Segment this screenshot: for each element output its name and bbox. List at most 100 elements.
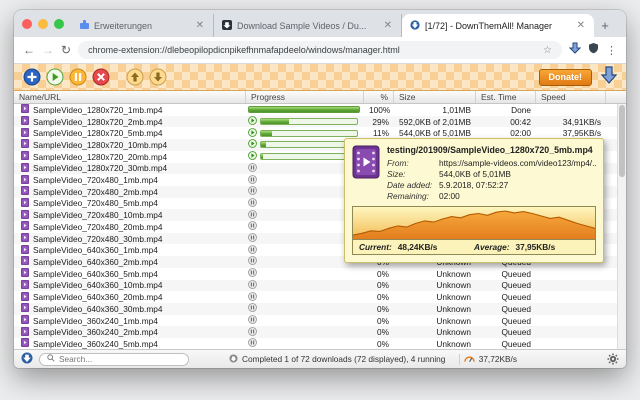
search-box[interactable] bbox=[39, 353, 189, 366]
close-window-button[interactable] bbox=[22, 19, 32, 29]
row-name-cell: SampleVideo_720x480_10mb.mp4 bbox=[14, 210, 246, 221]
cancel-button[interactable] bbox=[92, 68, 110, 86]
file-name: SampleVideo_640x360_5mb.mp4 bbox=[33, 269, 158, 279]
column-header-size[interactable]: Size bbox=[394, 91, 476, 103]
row-est-time: 00:42 bbox=[476, 117, 536, 127]
column-header-speed[interactable]: Speed bbox=[536, 91, 606, 103]
file-name: SampleVideo_360x240_5mb.mp4 bbox=[33, 339, 158, 349]
row-percent: 0% bbox=[364, 304, 394, 314]
tooltip-title: testing/201909/SampleVideo_1280x720_5mb.… bbox=[387, 145, 596, 155]
table-row[interactable]: SampleVideo_640x360_20mb.mp40%UnknownQue… bbox=[14, 291, 626, 303]
add-downloads-button[interactable] bbox=[23, 68, 41, 86]
column-header-esttime[interactable]: Est. Time bbox=[476, 91, 536, 103]
close-tab-icon[interactable]: ✕ bbox=[383, 21, 393, 31]
dta-extension-icon[interactable] bbox=[569, 41, 581, 59]
row-progress-cell bbox=[246, 280, 364, 291]
search-input[interactable] bbox=[59, 354, 181, 364]
pause-button[interactable] bbox=[69, 68, 87, 86]
reload-icon[interactable]: ↻ bbox=[61, 44, 71, 56]
zoom-window-button[interactable] bbox=[54, 19, 64, 29]
average-speed-value: 37,95KB/s bbox=[516, 242, 556, 252]
vertical-scrollbar[interactable] bbox=[617, 104, 626, 350]
close-tab-icon[interactable]: ✕ bbox=[195, 21, 205, 31]
video-file-icon bbox=[21, 315, 29, 326]
tab-sample-videos[interactable]: Download Sample Videos / Du... ✕ bbox=[214, 14, 402, 37]
tooltip-field-label: From: bbox=[387, 158, 439, 168]
column-header-percent[interactable]: % bbox=[364, 91, 394, 103]
scrollbar-thumb[interactable] bbox=[619, 105, 625, 177]
settings-gear-icon[interactable] bbox=[607, 353, 619, 367]
running-state-icon bbox=[248, 139, 257, 150]
file-name: SampleVideo_640x360_10mb.mp4 bbox=[33, 280, 162, 290]
row-name-cell: SampleVideo_640x360_5mb.mp4 bbox=[14, 268, 246, 279]
move-bottom-button[interactable] bbox=[149, 68, 167, 86]
file-name: SampleVideo_640x360_1mb.mp4 bbox=[33, 245, 158, 255]
speed-graph bbox=[353, 207, 595, 239]
video-file-icon bbox=[21, 175, 29, 186]
row-est-time: Queued bbox=[476, 327, 536, 337]
video-file-icon bbox=[21, 303, 29, 314]
progress-bar bbox=[260, 130, 358, 137]
table-row[interactable]: SampleVideo_360x240_1mb.mp40%UnknownQueu… bbox=[14, 315, 626, 327]
file-name: SampleVideo_720x480_1mb.mp4 bbox=[33, 175, 158, 185]
file-name: SampleVideo_720x480_2mb.mp4 bbox=[33, 187, 158, 197]
forward-icon: → bbox=[42, 44, 54, 56]
omnibox[interactable]: chrome-extension://dlebeopilopdicnpikefh… bbox=[78, 41, 562, 59]
table-row[interactable]: SampleVideo_1280x720_1mb.mp4100%1,01MBDo… bbox=[14, 104, 626, 116]
chrome-menu-icon[interactable]: ⋮ bbox=[606, 44, 617, 57]
row-name-cell: SampleVideo_640x360_2mb.mp4 bbox=[14, 256, 246, 267]
new-tab-button[interactable]: + bbox=[594, 14, 616, 37]
file-name: SampleVideo_1280x720_5mb.mp4 bbox=[33, 128, 162, 138]
row-percent: 0% bbox=[364, 339, 394, 349]
row-percent: 0% bbox=[364, 280, 394, 290]
column-header-progress[interactable]: Progress bbox=[246, 91, 364, 103]
row-name-cell: SampleVideo_1280x720_2mb.mp4 bbox=[14, 116, 246, 127]
row-percent: 0% bbox=[364, 269, 394, 279]
row-percent: 0% bbox=[364, 316, 394, 326]
row-size: Unknown bbox=[394, 304, 476, 314]
paused-state-icon bbox=[248, 315, 257, 326]
video-file-icon bbox=[21, 128, 29, 139]
tooltip-field-label: Size: bbox=[387, 169, 439, 179]
video-file-icon bbox=[21, 221, 29, 232]
minimize-window-button[interactable] bbox=[38, 19, 48, 29]
file-name: SampleVideo_1280x720_20mb.mp4 bbox=[33, 152, 167, 162]
row-progress-cell bbox=[246, 116, 364, 127]
row-progress-cell bbox=[246, 106, 364, 113]
donate-button[interactable]: Donate! bbox=[539, 69, 593, 86]
speed-graph-box: Current:48,24KB/s Average:37,95KB/s bbox=[352, 206, 596, 255]
back-icon[interactable]: ← bbox=[23, 44, 35, 56]
speed-gauge-icon bbox=[464, 353, 475, 365]
progress-bar bbox=[260, 118, 358, 125]
tab-dta-manager[interactable]: [1/72] - DownThemAll! Manager ✕ bbox=[402, 14, 594, 37]
table-row[interactable]: SampleVideo_360x240_2mb.mp40%UnknownQueu… bbox=[14, 326, 626, 338]
downloads-status-icon bbox=[229, 354, 238, 365]
table-row[interactable]: SampleVideo_1280x720_2mb.mp429%592,0KB o… bbox=[14, 116, 626, 128]
bookmark-star-icon[interactable]: ☆ bbox=[543, 45, 552, 56]
current-speed-label: Current: bbox=[359, 242, 392, 252]
row-progress-cell bbox=[246, 268, 364, 279]
progress-bar bbox=[248, 106, 360, 113]
row-speed: 37,95KB/s bbox=[536, 128, 606, 138]
shield-extension-icon[interactable] bbox=[588, 41, 599, 59]
running-state-icon bbox=[248, 151, 257, 162]
video-file-icon bbox=[21, 327, 29, 338]
paused-state-icon bbox=[248, 327, 257, 338]
video-file-icon bbox=[21, 151, 29, 162]
table-row[interactable]: SampleVideo_360x240_5mb.mp40%UnknownQueu… bbox=[14, 338, 626, 350]
tooltip-field-value: 02:00 bbox=[439, 191, 596, 201]
file-name: SampleVideo_1280x720_10mb.mp4 bbox=[33, 140, 167, 150]
dta-status-icon bbox=[21, 352, 33, 366]
table-row[interactable]: SampleVideo_640x360_10mb.mp40%UnknownQue… bbox=[14, 280, 626, 292]
tooltip-field-value: 544,0KB of 5,01MB bbox=[439, 169, 596, 179]
row-name-cell: SampleVideo_1280x720_1mb.mp4 bbox=[14, 104, 246, 115]
table-row[interactable]: SampleVideo_640x360_30mb.mp40%UnknownQue… bbox=[14, 303, 626, 315]
move-top-button[interactable] bbox=[126, 68, 144, 86]
column-header-name[interactable]: Name/URL bbox=[14, 91, 246, 103]
row-name-cell: SampleVideo_720x480_1mb.mp4 bbox=[14, 175, 246, 186]
close-tab-icon[interactable]: ✕ bbox=[576, 21, 586, 31]
row-name-cell: SampleVideo_1280x720_20mb.mp4 bbox=[14, 151, 246, 162]
tab-extensions[interactable]: Erweiterungen ✕ bbox=[72, 14, 214, 37]
table-row[interactable]: SampleVideo_640x360_5mb.mp40%UnknownQueu… bbox=[14, 268, 626, 280]
resume-button[interactable] bbox=[46, 68, 64, 86]
